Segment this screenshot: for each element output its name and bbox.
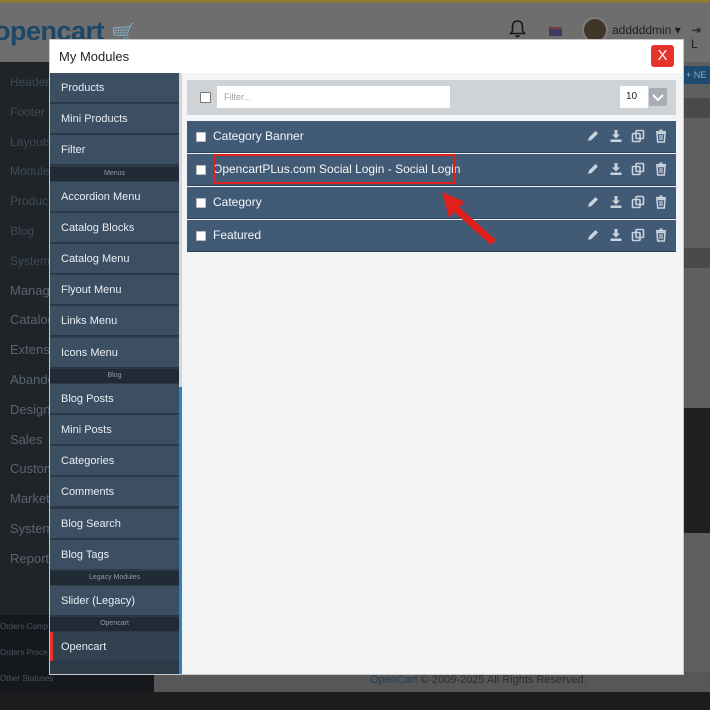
- sidebar-item-slider-legacy[interactable]: Slider (Legacy): [50, 586, 179, 616]
- sidebar-item-products[interactable]: Products: [50, 73, 179, 103]
- orders-status-label: Other Statuses: [0, 674, 54, 683]
- module-checkbox[interactable]: [196, 198, 206, 208]
- sidebar-item-accordion-menu[interactable]: Accordion Menu: [50, 181, 179, 212]
- sidebar-item-blog-tags[interactable]: Blog Tags: [50, 539, 179, 570]
- content-band: [683, 98, 710, 118]
- module-row[interactable]: OpencartPLus.com Social Login - Social L…: [187, 154, 676, 186]
- per-page-select[interactable]: 10: [620, 86, 670, 108]
- content-band: [683, 248, 710, 268]
- copy-icon[interactable]: [631, 129, 647, 145]
- logout-link[interactable]: ⇥ L: [691, 23, 710, 51]
- select-all-checkbox[interactable]: [200, 92, 211, 103]
- add-new-button[interactable]: + NE: [683, 66, 710, 84]
- copy-icon[interactable]: [631, 195, 647, 211]
- content-panel: [683, 408, 710, 533]
- modal-title: My Modules: [59, 49, 130, 64]
- module-row[interactable]: Category Banner: [187, 121, 676, 153]
- copy-icon[interactable]: [631, 228, 647, 244]
- trash-icon[interactable]: [654, 228, 670, 244]
- filter-input[interactable]: [217, 86, 450, 108]
- download-icon[interactable]: [609, 162, 625, 178]
- sidebar-group-legacy-modules: Legacy Modules: [50, 571, 179, 585]
- trash-icon[interactable]: [654, 129, 670, 145]
- sidebar-group-menus: Menus: [50, 166, 179, 181]
- language-flag-icon[interactable]: [549, 27, 562, 36]
- module-actions: [586, 195, 672, 211]
- module-checkbox[interactable]: [196, 165, 206, 175]
- module-actions: [586, 129, 672, 145]
- sidebar-item-categories[interactable]: Categories: [50, 446, 179, 477]
- modules-toolbar: 10: [187, 80, 676, 115]
- app-bottom-bar: [0, 692, 710, 710]
- sidebar-item-flyout-menu[interactable]: Flyout Menu: [50, 275, 179, 306]
- download-icon[interactable]: [609, 195, 625, 211]
- pencil-icon[interactable]: [586, 195, 602, 211]
- sidebar-item-mini-posts[interactable]: Mini Posts: [50, 415, 179, 445]
- sidebar-item-comments[interactable]: Comments: [50, 477, 179, 508]
- pencil-icon[interactable]: [586, 228, 602, 244]
- download-icon[interactable]: [609, 129, 625, 145]
- module-name[interactable]: Featured: [213, 228, 261, 242]
- trash-icon[interactable]: [654, 195, 670, 211]
- sidebar-item-opencart[interactable]: Opencart: [50, 632, 179, 663]
- download-icon[interactable]: [609, 228, 625, 244]
- module-row[interactable]: Category: [187, 187, 676, 219]
- module-actions: [586, 162, 672, 178]
- sidebar-item-icons-menu[interactable]: Icons Menu: [50, 337, 179, 368]
- copy-icon[interactable]: [631, 162, 647, 178]
- chevron-down-icon[interactable]: [649, 88, 667, 106]
- pencil-icon[interactable]: [586, 129, 602, 145]
- footer-copyright: OpenCart © 2009-2025 All Rights Reserved…: [370, 674, 587, 686]
- sidebar-item-mini-products[interactable]: Mini Products: [50, 104, 179, 135]
- sidebar-item-catalog-blocks[interactable]: Catalog Blocks: [50, 212, 179, 243]
- module-name[interactable]: Category: [213, 195, 262, 209]
- module-row[interactable]: Featured: [187, 220, 676, 252]
- sidebar-group-blog: Blog: [50, 368, 179, 383]
- modal-header: My Modules X: [50, 40, 683, 73]
- pencil-icon[interactable]: [586, 162, 602, 178]
- sidebar-item-blog-posts[interactable]: Blog Posts: [50, 383, 179, 414]
- module-checkbox[interactable]: [196, 132, 206, 142]
- trash-icon[interactable]: [654, 162, 670, 178]
- sidebar-item-filter[interactable]: Filter: [50, 135, 179, 166]
- per-page-value: 10: [620, 86, 648, 108]
- sidebar-group-opencart: Opencart: [50, 617, 179, 632]
- sidebar-item-catalog-menu[interactable]: Catalog Menu: [50, 244, 179, 274]
- user-menu[interactable]: adddddmin ▾: [612, 23, 681, 37]
- module-name[interactable]: Category Banner: [213, 129, 304, 143]
- sidebar-item-links-menu[interactable]: Links Menu: [50, 306, 179, 337]
- header-accent-line: [0, 0, 710, 3]
- close-button[interactable]: X: [651, 45, 674, 67]
- module-name[interactable]: OpencartPLus.com Social Login - Social L…: [213, 162, 460, 176]
- module-actions: [586, 228, 672, 244]
- modules-sidebar: Products Mini Products Filter Menus Accordio…: [50, 73, 179, 674]
- bell-icon[interactable]: [509, 20, 526, 38]
- sidebar-item-blog-search[interactable]: Blog Search: [50, 508, 179, 539]
- close-icon: X: [657, 47, 668, 64]
- module-checkbox[interactable]: [196, 231, 206, 241]
